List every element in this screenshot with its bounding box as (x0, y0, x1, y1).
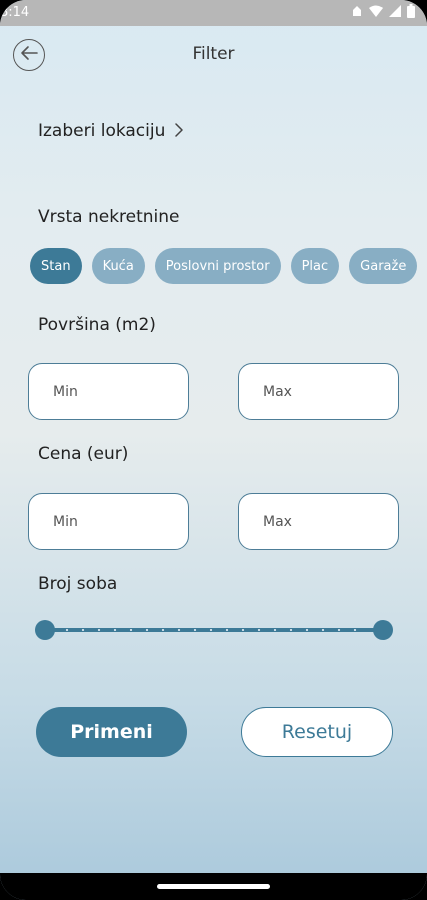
slider-ticks (59, 629, 369, 631)
price-max-field[interactable] (238, 493, 399, 550)
wifi-icon (369, 5, 383, 17)
price-min-field[interactable] (28, 493, 189, 550)
chip-plac[interactable]: Plac (290, 248, 340, 284)
page-title: Filter (192, 44, 235, 64)
location-selector[interactable]: Izaberi lokaciju (38, 121, 184, 141)
home-handle[interactable] (157, 884, 270, 889)
status-bar: 8:14 (0, 0, 427, 26)
chip-stan[interactable]: Stan (30, 248, 82, 284)
chip-garaze[interactable]: Garaže (349, 248, 418, 284)
area-min-input[interactable] (51, 382, 175, 401)
price-min-input[interactable] (51, 512, 175, 531)
price-max-input[interactable] (261, 512, 385, 531)
rooms-label: Broj soba (38, 574, 118, 594)
notification-icon (351, 4, 363, 18)
status-icons (351, 4, 415, 18)
area-max-field[interactable] (238, 363, 399, 420)
slider-thumb-max[interactable] (373, 620, 393, 640)
area-label: Površina (m2) (38, 315, 156, 335)
battery-icon (407, 4, 415, 18)
chevron-right-icon (175, 122, 184, 141)
rooms-range-slider[interactable] (35, 620, 393, 640)
area-max-input[interactable] (261, 382, 385, 401)
property-type-label: Vrsta nekretnine (38, 207, 180, 227)
property-type-chips: Stan Kuća Poslovni prostor Plac Garaže (30, 248, 418, 284)
chip-kuca[interactable]: Kuća (91, 248, 145, 284)
slider-thumb-min[interactable] (35, 620, 55, 640)
filter-screen: 8:14 Filter Izaberi lokaciju Vrsta nekre… (0, 0, 427, 900)
apply-button[interactable]: Primeni (36, 707, 187, 757)
signal-icon (389, 5, 401, 17)
price-label: Cena (eur) (38, 444, 129, 464)
status-time: 8:14 (0, 5, 30, 20)
location-label: Izaberi lokaciju (38, 121, 166, 141)
reset-button[interactable]: Resetuj (241, 707, 393, 757)
navigation-bar (0, 873, 427, 900)
chip-poslovni-prostor[interactable]: Poslovni prostor (154, 248, 281, 284)
area-min-field[interactable] (28, 363, 189, 420)
